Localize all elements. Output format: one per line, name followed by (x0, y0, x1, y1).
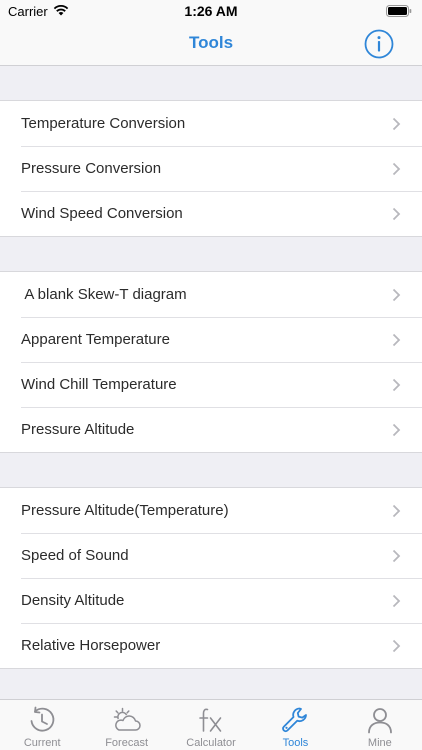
list-item-speed-of-sound[interactable]: Speed of Sound (0, 533, 422, 578)
list-item-label: Wind Chill Temperature (21, 376, 177, 393)
wrench-icon (282, 707, 308, 733)
list-item-label: Pressure Conversion (21, 160, 162, 177)
chevron-right-icon (392, 504, 401, 518)
tab-label: Mine (367, 737, 392, 749)
section-spacer (0, 66, 422, 101)
tab-label: Tools (282, 737, 309, 749)
chevron-right-icon (392, 594, 401, 608)
info-icon[interactable] (364, 29, 394, 59)
tab-label: Calculator (186, 737, 236, 749)
tab-label: Current (23, 737, 61, 749)
tab-bar: Current Forecast Calculator Tools Mine (0, 699, 422, 750)
section-conversions: Temperature Conversion Pressure Conversi… (0, 101, 422, 237)
list-item-apparent-temperature[interactable]: Apparent Temperature (0, 317, 422, 362)
chevron-right-icon (392, 207, 401, 221)
chevron-right-icon (392, 549, 401, 563)
list-item-relative-horsepower[interactable]: Relative Horsepower (0, 623, 422, 668)
battery-icon (386, 5, 412, 17)
chevron-right-icon (392, 288, 401, 302)
list-item-label: Relative Horsepower (21, 637, 161, 654)
tools-list: Temperature Conversion Pressure Conversi… (0, 66, 422, 699)
section-indices: A blank Skew-T diagram Apparent Temperat… (0, 272, 422, 453)
tab-tools[interactable]: Tools (253, 700, 337, 750)
list-item-label: Apparent Temperature (21, 331, 170, 348)
list-item-pressure-altitude-temperature[interactable]: Pressure Altitude(Temperature) (0, 488, 422, 533)
list-item-temperature-conversion[interactable]: Temperature Conversion (0, 101, 422, 146)
chevron-right-icon (392, 378, 401, 392)
navigation-bar: Tools (0, 22, 422, 66)
tab-current[interactable]: Current (0, 700, 84, 750)
list-item-label: Pressure Altitude (21, 421, 135, 438)
section-spacer (0, 237, 422, 272)
list-item-label: Temperature Conversion (21, 115, 186, 132)
chevron-right-icon (392, 423, 401, 437)
list-item-pressure-altitude[interactable]: Pressure Altitude (0, 407, 422, 452)
tab-calculator[interactable]: Calculator (169, 700, 253, 750)
chevron-right-icon (392, 117, 401, 131)
tab-mine[interactable]: Mine (338, 700, 422, 750)
chevron-right-icon (392, 639, 401, 653)
list-item-wind-speed-conversion[interactable]: Wind Speed Conversion (0, 191, 422, 236)
list-item-label: Speed of Sound (21, 547, 129, 564)
list-item-label: Pressure Altitude(Temperature) (21, 502, 229, 519)
list-item-label: A blank Skew-T diagram (21, 286, 187, 303)
status-time: 1:26 AM (184, 3, 238, 19)
tab-forecast[interactable]: Forecast (84, 700, 168, 750)
chevron-right-icon (392, 162, 401, 176)
section-aviation: Pressure Altitude(Temperature) Speed of … (0, 488, 422, 669)
page-title: Tools (188, 33, 234, 52)
status-bar: Carrier 1:26 AM (0, 0, 422, 22)
list-item-pressure-conversion[interactable]: Pressure Conversion (0, 146, 422, 191)
list-item-label: Wind Speed Conversion (21, 205, 183, 222)
section-spacer (0, 453, 422, 488)
clock-refresh-icon (30, 706, 55, 732)
person-icon (367, 708, 392, 734)
list-item-density-altitude[interactable]: Density Altitude (0, 578, 422, 623)
list-item-label: Density Altitude (21, 592, 125, 609)
chevron-right-icon (392, 333, 401, 347)
tab-label: Forecast (105, 737, 148, 749)
list-item-skew-t-diagram[interactable]: A blank Skew-T diagram (0, 272, 422, 317)
fx-icon (199, 708, 222, 732)
cloud-sun-icon (113, 707, 141, 731)
list-item-wind-chill-temperature[interactable]: Wind Chill Temperature (0, 362, 422, 407)
